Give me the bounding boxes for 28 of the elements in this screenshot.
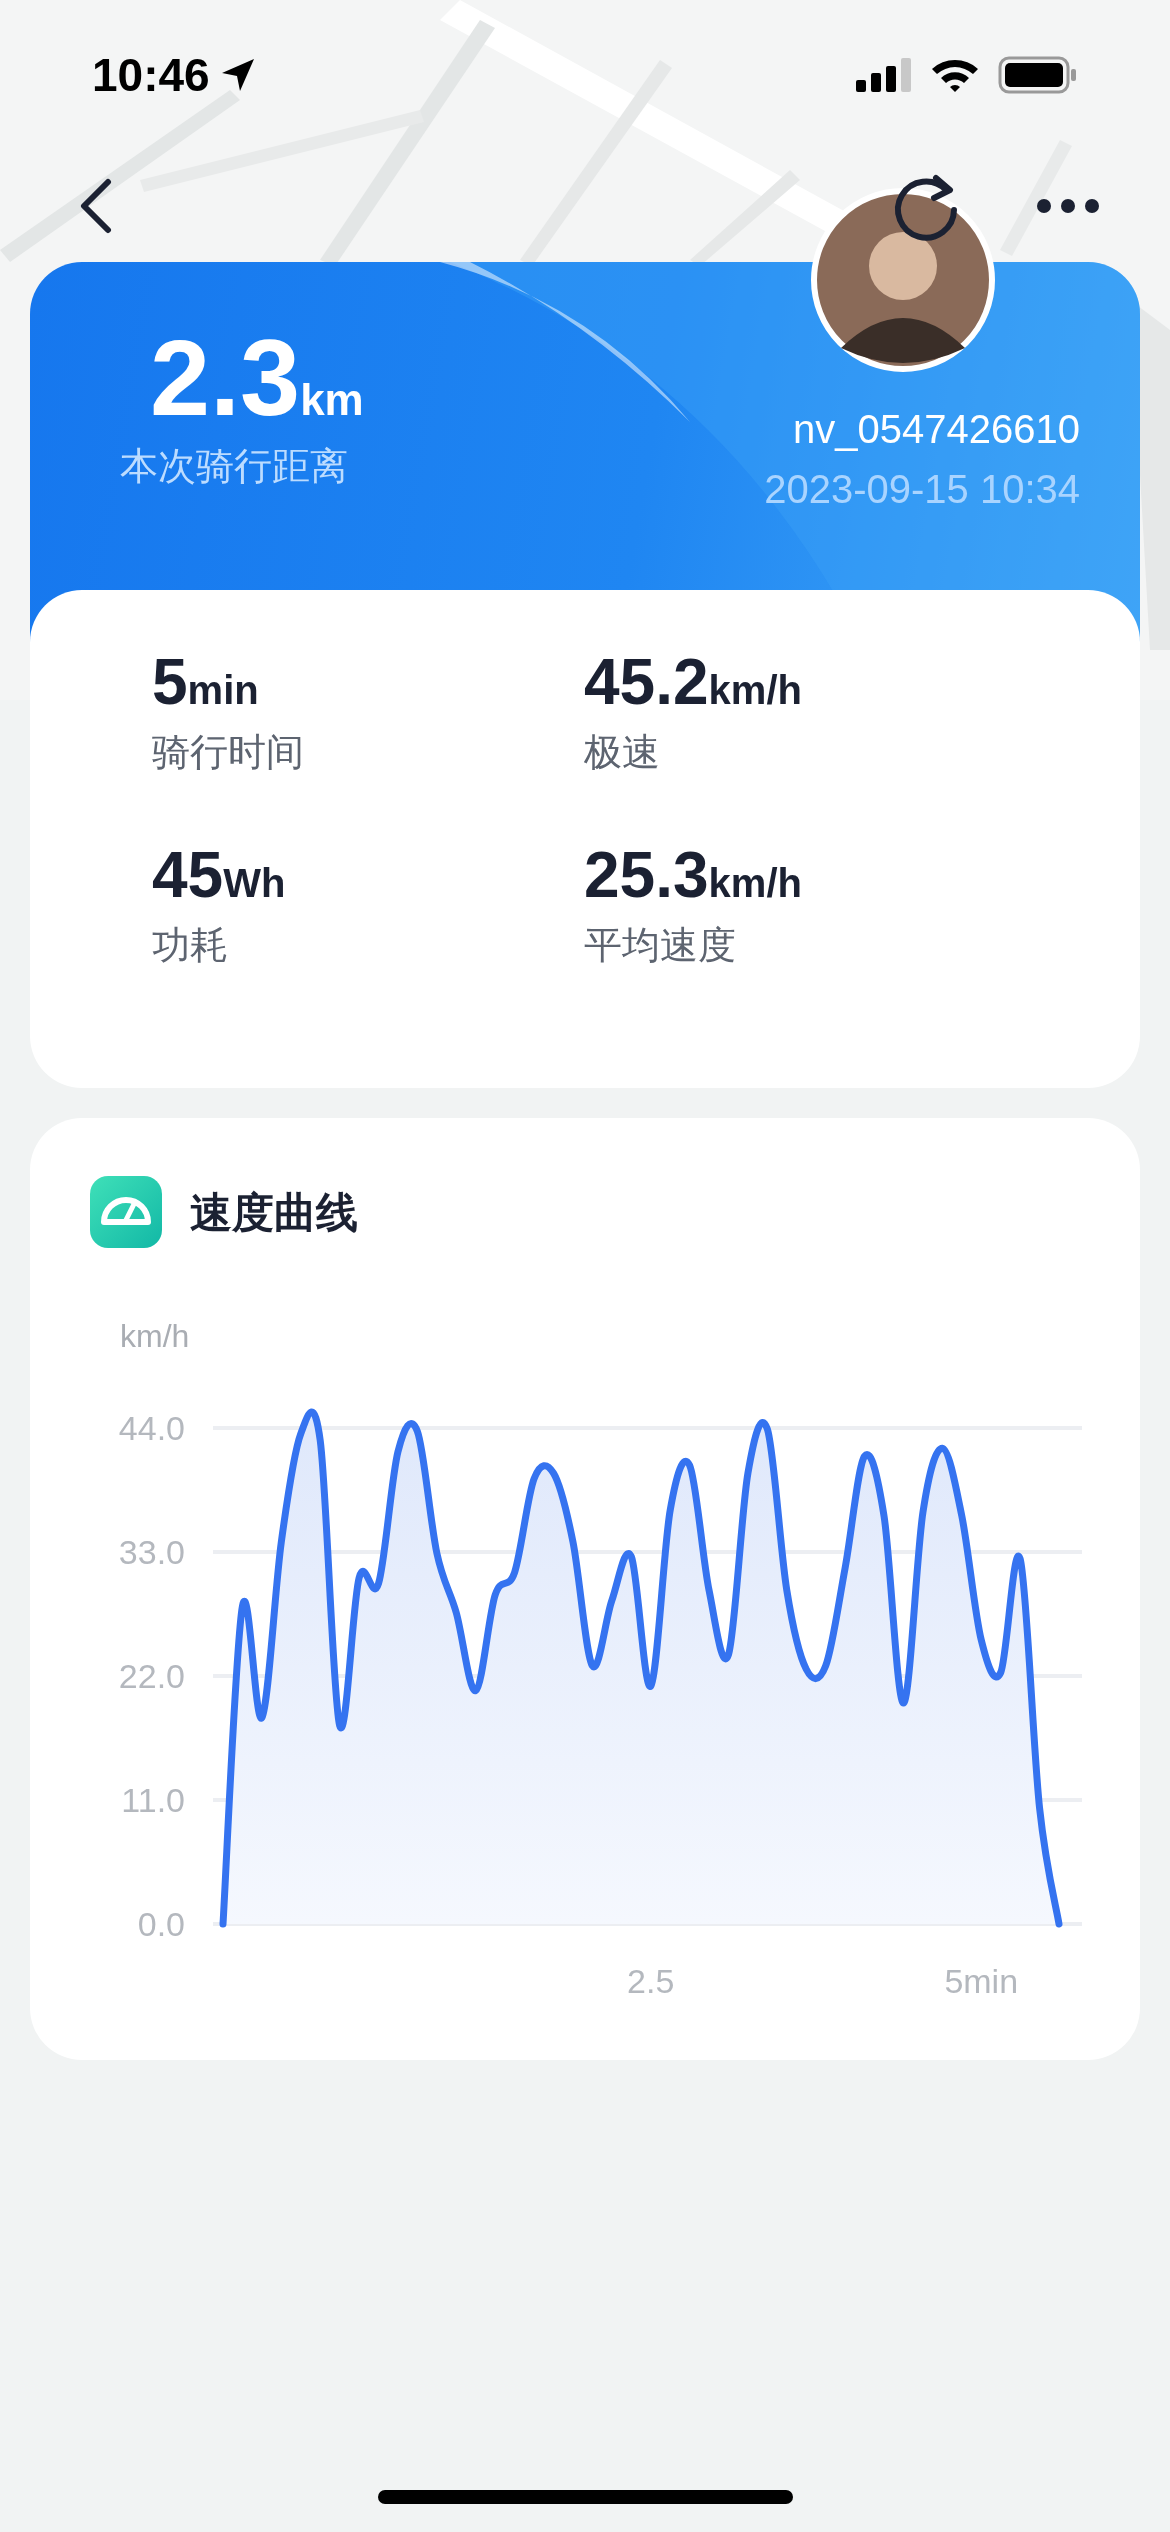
stat-value: 45.2km/h xyxy=(584,650,803,714)
y-tick-label: 33.0 xyxy=(118,1533,185,1571)
axis-unit: km/h xyxy=(120,1318,190,1354)
x-tick-label: 5min xyxy=(944,1962,1019,2000)
y-tick-label: 22.0 xyxy=(118,1657,185,1695)
signal-icon xyxy=(856,58,912,92)
stat-label: 骑行时间 xyxy=(152,730,305,775)
more-button[interactable] xyxy=(1036,198,1100,214)
stat-value: 5min xyxy=(152,650,260,714)
username: nv_0547426610 xyxy=(792,406,1080,453)
y-tick-label: 11.0 xyxy=(121,1781,185,1819)
status-time: 10:46 xyxy=(92,47,210,103)
stat-value: 45Wh xyxy=(152,843,287,907)
distance-label: 本次骑行距离 xyxy=(120,444,349,489)
x-tick-label: 2.5 xyxy=(627,1962,675,2000)
distance-value: 2.3km xyxy=(150,324,364,432)
stat-value: 25.3km/h xyxy=(584,843,803,907)
stat-label: 平均速度 xyxy=(584,923,737,968)
stat-label: 极速 xyxy=(584,730,661,775)
speedometer-icon xyxy=(90,1176,162,1248)
stat-label: 功耗 xyxy=(152,923,229,968)
back-button[interactable] xyxy=(78,178,114,234)
y-tick-label: 0.0 xyxy=(137,1905,185,1943)
y-tick-label: 44.0 xyxy=(118,1409,185,1447)
wifi-icon xyxy=(930,57,980,93)
battery-icon xyxy=(998,56,1078,94)
chart-title: 速度曲线 xyxy=(190,1187,358,1238)
ride-datetime: 2023-09-15 10:34 xyxy=(764,466,1080,513)
